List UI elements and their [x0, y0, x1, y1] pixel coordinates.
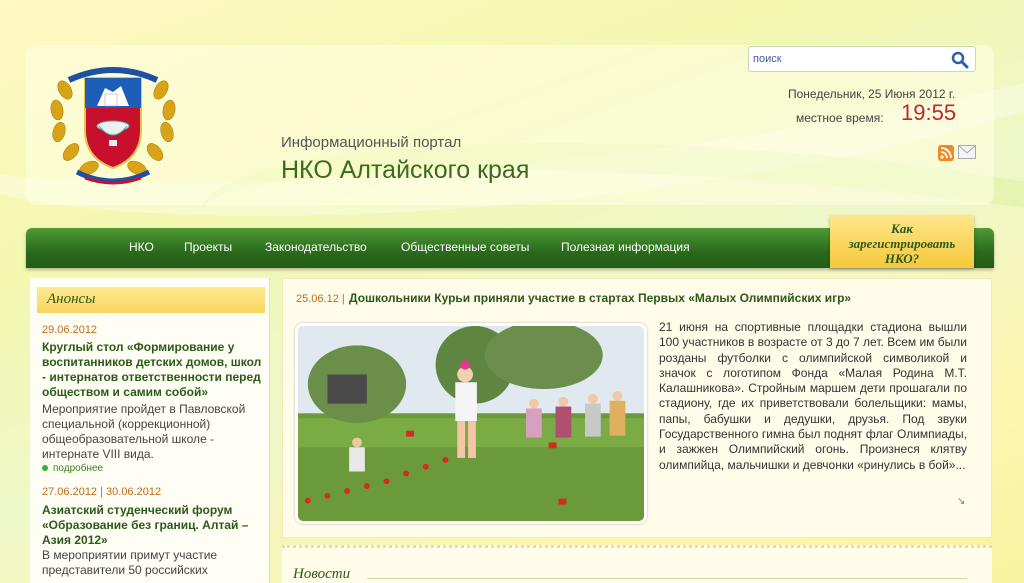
- news-body: 21 июня на спортивные площадки стадиона …: [659, 320, 967, 472]
- divider: [367, 578, 967, 579]
- news-title-link[interactable]: Дошкольники Курьи приняли участие в стар…: [349, 291, 851, 305]
- more-link-label: подробнее: [53, 463, 104, 474]
- nav-item-legislation[interactable]: Законодательство: [265, 240, 367, 254]
- rss-icon[interactable]: [938, 145, 954, 161]
- register-line-2: зарегистрировать: [848, 236, 956, 251]
- search-input[interactable]: [753, 50, 943, 68]
- announcement-date: 27.06.2012 | 30.06.2012: [42, 486, 162, 498]
- local-time-label: местное время:: [796, 111, 884, 125]
- announcements-sidebar: Анонсы 29.06.2012 Круглый стол «Формиров…: [30, 278, 270, 583]
- register-line-3: НКО?: [884, 251, 920, 266]
- news-section-heading: Новости: [293, 566, 351, 582]
- announcement-text: В мероприятии примут участие представите…: [42, 548, 218, 577]
- more-link[interactable]: подробнее: [42, 463, 103, 474]
- nav-item-projects[interactable]: Проекты: [184, 240, 232, 254]
- local-time-value: 19:55: [901, 100, 957, 125]
- search-icon[interactable]: [951, 51, 969, 69]
- portal-subtitle: Информационный портал: [281, 134, 462, 151]
- news-section: Новости: [282, 545, 992, 583]
- nav-item-public-councils[interactable]: Общественные советы: [401, 240, 529, 254]
- featured-news: 25.06.12 | Дошкольники Курьи приняли уча…: [282, 278, 992, 538]
- portal-title: НКО Алтайского края: [281, 156, 530, 184]
- announcements-heading: Анонсы: [37, 287, 265, 313]
- search-box: [748, 46, 976, 72]
- register-line-1: Как: [891, 221, 913, 236]
- mail-icon[interactable]: [958, 145, 976, 159]
- nav-item-useful-info[interactable]: Полезная информация: [561, 240, 690, 254]
- news-photo[interactable]: [295, 323, 647, 524]
- announcement-date: 29.06.2012: [42, 324, 98, 336]
- announcement-title[interactable]: Круглый стол «Формирование у воспитанник…: [42, 340, 266, 400]
- altai-krai-emblem-icon[interactable]: [47, 50, 179, 190]
- announcement-text: Мероприятие пройдет в Павловской специал…: [42, 402, 246, 461]
- register-nko-button[interactable]: Как зарегистрировать НКО?: [830, 216, 974, 268]
- expand-arrow-icon[interactable]: ↘: [957, 496, 965, 507]
- current-date: Понедельник, 25 Июня 2012 г.: [788, 87, 956, 101]
- news-date: 25.06.12 |: [296, 293, 345, 305]
- nav-item-nko[interactable]: НКО: [129, 240, 154, 254]
- announcement-title[interactable]: Азиатский студенческий форум «Образовани…: [42, 503, 266, 548]
- bullet-icon: [42, 465, 48, 472]
